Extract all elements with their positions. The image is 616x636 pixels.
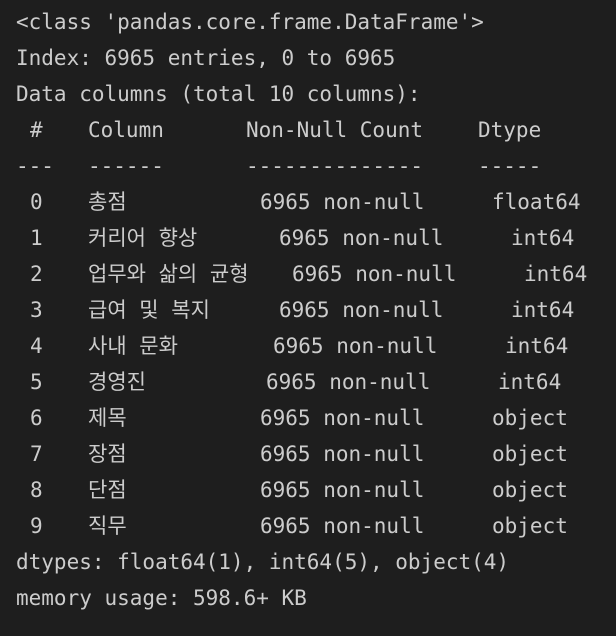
row-count: 6965 non-null <box>273 334 438 358</box>
row-dtype: int64 <box>524 262 588 286</box>
row-num: 3 <box>30 298 43 322</box>
row-column: 총점 <box>88 190 127 214</box>
row-count: 6965 non-null <box>260 406 425 430</box>
separator-count: -------------- <box>246 154 424 178</box>
row-num: 1 <box>30 226 43 250</box>
row-dtype: int64 <box>498 370 562 394</box>
row-num: 8 <box>30 478 43 502</box>
row-count: 6965 non-null <box>279 226 444 250</box>
header-column: Column <box>88 118 164 142</box>
row-num: 4 <box>30 334 43 358</box>
row-column: 제목 <box>88 406 127 430</box>
row-column: 업무와 삶의 균형 <box>88 262 249 286</box>
row-column: 단점 <box>88 478 127 502</box>
row-num: 7 <box>30 442 43 466</box>
separator-column: ------ <box>88 154 164 178</box>
row-num: 2 <box>30 262 43 286</box>
row-dtype: object <box>492 478 568 502</box>
columns-line: Data columns (total 10 columns): <box>16 82 421 106</box>
row-dtype: object <box>492 442 568 466</box>
separator-dtype: ----- <box>478 154 542 178</box>
row-dtype: int64 <box>511 298 575 322</box>
header-num: # <box>30 118 43 142</box>
row-num: 0 <box>30 190 43 214</box>
row-column: 경영진 <box>88 370 146 394</box>
row-dtype: int64 <box>505 334 569 358</box>
index-line: Index: 6965 entries, 0 to 6965 <box>16 46 396 70</box>
row-count: 6965 non-null <box>292 262 457 286</box>
row-dtype: object <box>492 514 568 538</box>
row-dtype: float64 <box>492 190 581 214</box>
row-count: 6965 non-null <box>279 298 444 322</box>
row-dtype: object <box>492 406 568 430</box>
header-dtype: Dtype <box>478 118 542 142</box>
row-count: 6965 non-null <box>260 478 425 502</box>
dtypes-summary: dtypes: float64(1), int64(5), object(4) <box>16 550 510 574</box>
row-dtype: int64 <box>511 226 575 250</box>
row-num: 6 <box>30 406 43 430</box>
row-column: 커리어 향상 <box>88 226 198 250</box>
terminal-output: <class 'pandas.core.frame.DataFrame'> In… <box>0 0 616 636</box>
header-count: Non-Null Count <box>246 118 424 142</box>
memory-usage: memory usage: 598.6+ KB <box>16 586 307 610</box>
row-num: 9 <box>30 514 43 538</box>
separator-num: --- <box>16 154 54 178</box>
row-column: 장점 <box>88 442 127 466</box>
row-count: 6965 non-null <box>260 442 425 466</box>
row-num: 5 <box>30 370 43 394</box>
row-column: 사내 문화 <box>88 334 178 358</box>
row-column: 급여 및 복지 <box>88 298 210 322</box>
row-count: 6965 non-null <box>260 514 425 538</box>
row-column: 직무 <box>88 514 127 538</box>
row-count: 6965 non-null <box>260 190 425 214</box>
class-line: <class 'pandas.core.frame.DataFrame'> <box>16 10 484 34</box>
row-count: 6965 non-null <box>266 370 431 394</box>
